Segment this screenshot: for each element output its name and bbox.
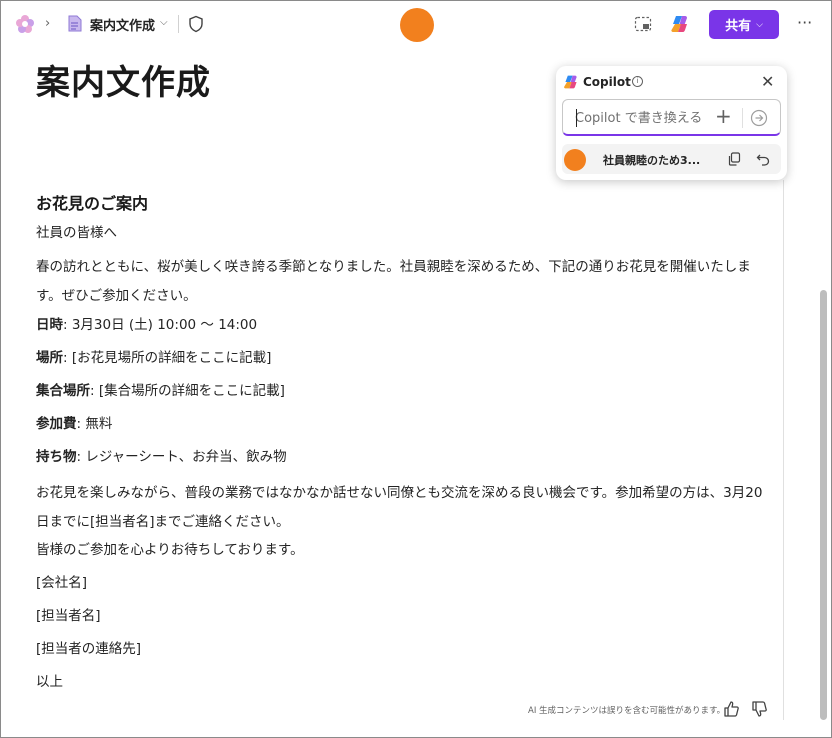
detail-label: 集合場所 [36, 383, 90, 399]
thumbs-up-icon[interactable] [722, 700, 740, 718]
page-icon [68, 15, 82, 32]
more-icon[interactable]: ··· [797, 13, 812, 32]
detail-line-fee: 参加費: 無料 [36, 408, 774, 441]
sign-off-paragraph: 皆様のご参加を心よりお待ちしております。 [36, 542, 304, 558]
detail-line-meeting-point: 集合場所: [集合場所の詳細をここに記載] [36, 375, 774, 408]
history-item-label: 社員親睦のため3... [603, 154, 701, 167]
divider [178, 15, 179, 33]
scrollbar-thumb[interactable] [820, 290, 827, 720]
close-icon[interactable]: ✕ [761, 72, 774, 91]
ai-disclaimer: AI 生成コンテンツは誤りを含む可能性があります。 [528, 706, 726, 716]
info-icon[interactable]: i [632, 76, 643, 87]
top-bar: › 案内文作成 ⌵ 共有 ⌵ ··· [1, 1, 831, 47]
copilot-icon[interactable] [670, 14, 690, 34]
user-avatar[interactable] [400, 8, 434, 42]
thumbs-down-icon[interactable] [750, 700, 768, 718]
copilot-input-box: + [562, 99, 781, 136]
send-icon[interactable] [750, 109, 768, 127]
greeting-paragraph: 社員の皆様へ [36, 225, 117, 241]
content-divider [783, 180, 784, 720]
copilot-panel: Copilot i ✕ + 社員親睦のため3... [556, 66, 787, 180]
end-text: 以上 [36, 674, 63, 690]
section-heading: お花見のご案内 [36, 194, 149, 213]
detail-label: 日時 [36, 317, 63, 333]
chevron-down-icon[interactable]: ⌵ [160, 17, 168, 28]
copilot-title: Copilot [583, 75, 631, 89]
contact-name: [担当者名] [36, 608, 101, 624]
detail-line-belongings: 持ち物: レジャーシート、お弁当、飲み物 [36, 441, 774, 474]
copy-icon[interactable] [728, 152, 741, 166]
closing-paragraph: お花見を楽しみながら、普段の業務ではなかなか話せない同僚とも交流を深める良い機会… [36, 485, 763, 530]
detail-value: : 3月30日 (土) 10:00 ～ 14:00 [63, 317, 258, 333]
select-area-icon[interactable] [634, 16, 652, 32]
contact-info: [担当者の連絡先] [36, 641, 142, 657]
detail-line-place: 場所: [お花見場所の詳細をここに記載] [36, 342, 774, 375]
text-caret [576, 109, 577, 127]
page-title: 案内文作成 [36, 63, 211, 103]
detail-value: : [集合場所の詳細をここに記載] [90, 383, 285, 399]
company-name: [会社名] [36, 575, 88, 591]
detail-line-datetime: 日時: 3月30日 (土) 10:00 ～ 14:00 [36, 309, 774, 342]
undo-icon[interactable] [756, 152, 770, 166]
detail-value: : レジャーシート、お弁当、飲み物 [76, 449, 287, 465]
detail-label: 場所 [36, 350, 63, 366]
share-button-label: 共有 [725, 19, 752, 34]
chevron-right-icon: › [45, 16, 51, 31]
share-button[interactable]: 共有 ⌵ [709, 10, 779, 39]
detail-label: 持ち物 [36, 449, 77, 465]
document-title-breadcrumb[interactable]: 案内文作成 [90, 15, 155, 34]
divider [742, 108, 743, 128]
copilot-icon [564, 75, 577, 89]
plus-icon[interactable]: + [715, 104, 732, 128]
intro-paragraph: 春の訪れとともに、桜が美しく咲き誇る季節となりました。社員親睦を深めるため、下記… [36, 259, 751, 304]
chevron-down-icon: ⌵ [756, 19, 763, 30]
detail-label: 参加費 [36, 416, 77, 432]
detail-value: : [お花見場所の詳細をここに記載] [63, 350, 272, 366]
shield-icon[interactable] [188, 15, 204, 33]
detail-value: : 無料 [76, 416, 113, 432]
copilot-history-item[interactable]: 社員親睦のため3... [562, 144, 781, 174]
copilot-rewrite-input[interactable] [575, 107, 710, 129]
user-avatar [564, 149, 586, 171]
app-logo-icon[interactable] [15, 14, 35, 34]
